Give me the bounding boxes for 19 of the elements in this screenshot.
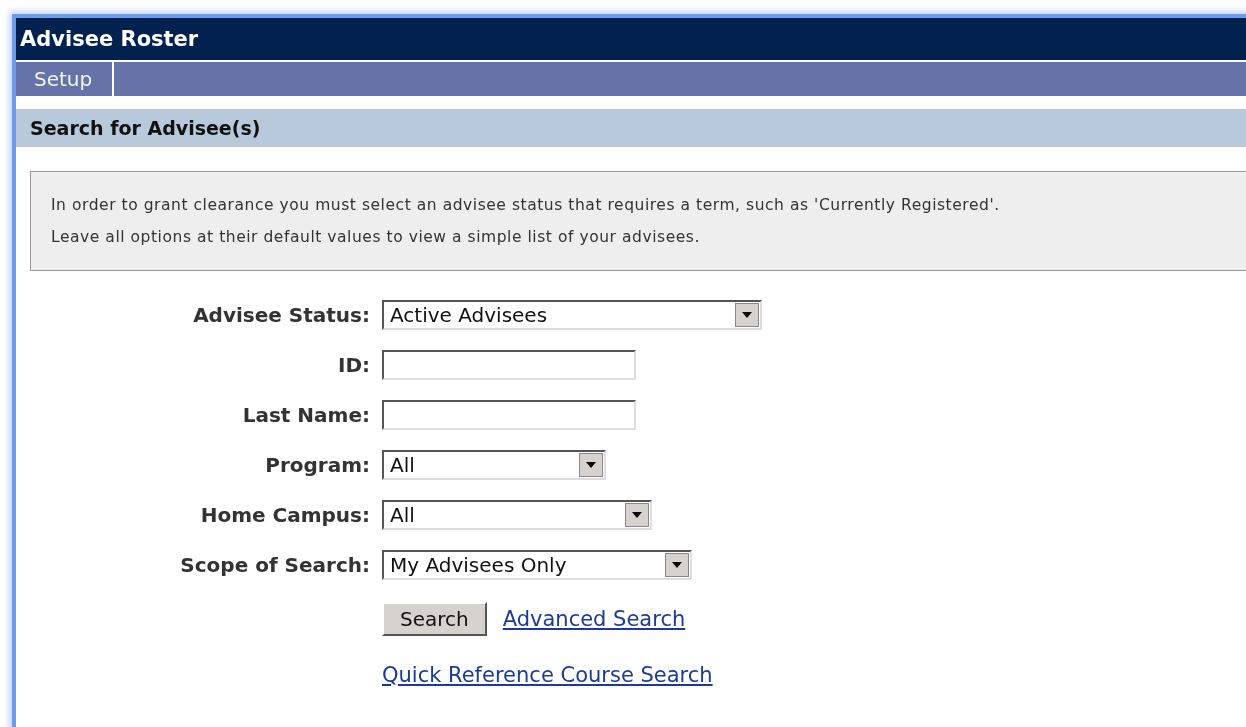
quick-reference-link[interactable]: Quick Reference Course Search <box>382 663 713 687</box>
dropdown[interactable]: My Advisees Only <box>382 550 692 580</box>
info-text: In order to grant clearance you must select an advisee status that requires a term, such as 'Currently Registered'. <box>51 196 1001 214</box>
field-label: ID: <box>336 353 371 377</box>
search-button[interactable]: Search <box>382 602 487 636</box>
info-text: Leave all options at their default values to view a simple list of your advisees. <box>51 228 701 246</box>
field-label: Scope of Search: <box>179 553 371 577</box>
field-label: Program: <box>264 453 371 477</box>
window-title: Advisee Roster <box>20 27 199 51</box>
input-field[interactable] <box>382 400 636 430</box>
dropdown[interactable]: Active Advisees <box>382 300 762 330</box>
field-label: Home Campus: <box>199 503 371 527</box>
field-label: Last Name: <box>241 403 371 427</box>
input-field[interactable] <box>382 350 636 380</box>
dropdown[interactable]: All <box>382 500 652 530</box>
section-title: Search for Advisee(s) <box>30 117 261 139</box>
field-label: Advisee Status: <box>192 303 371 327</box>
dropdown[interactable]: All <box>382 450 606 480</box>
advanced-search-link[interactable]: Advanced Search <box>502 607 686 631</box>
